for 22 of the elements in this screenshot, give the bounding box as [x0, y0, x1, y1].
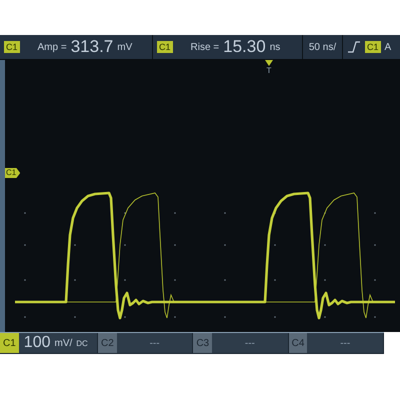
trigger-marker-icon — [265, 60, 273, 66]
channel-tab[interactable]: C1 — [0, 333, 19, 353]
coupling-label: DC — [76, 338, 88, 348]
channel-value: --- — [244, 338, 256, 348]
channel-value: --- — [339, 338, 352, 348]
trigger-marker-label: T — [266, 66, 272, 75]
timebase[interactable]: 50 ns/ — [308, 42, 336, 52]
measurement-name: Rise = — [190, 42, 220, 52]
measurement-value: 15.30 — [223, 37, 266, 57]
channel-badge: C1 — [365, 41, 381, 53]
channel-badge: C1 — [4, 41, 20, 53]
measurement-unit: ns — [270, 42, 280, 52]
measurement-name: Amp = — [38, 42, 67, 52]
measurement-value: 313.7 — [70, 37, 114, 57]
channel-badge: C1 — [157, 41, 173, 53]
scale-unit: mV/ — [54, 338, 72, 348]
rising-edge-icon — [347, 41, 361, 53]
vertical-scale: 100 — [24, 334, 50, 352]
trigger-label: A — [384, 42, 392, 52]
channel-value: --- — [148, 338, 161, 348]
measurement-unit: mV — [117, 42, 132, 52]
channel-marker[interactable]: C1 — [5, 168, 20, 178]
